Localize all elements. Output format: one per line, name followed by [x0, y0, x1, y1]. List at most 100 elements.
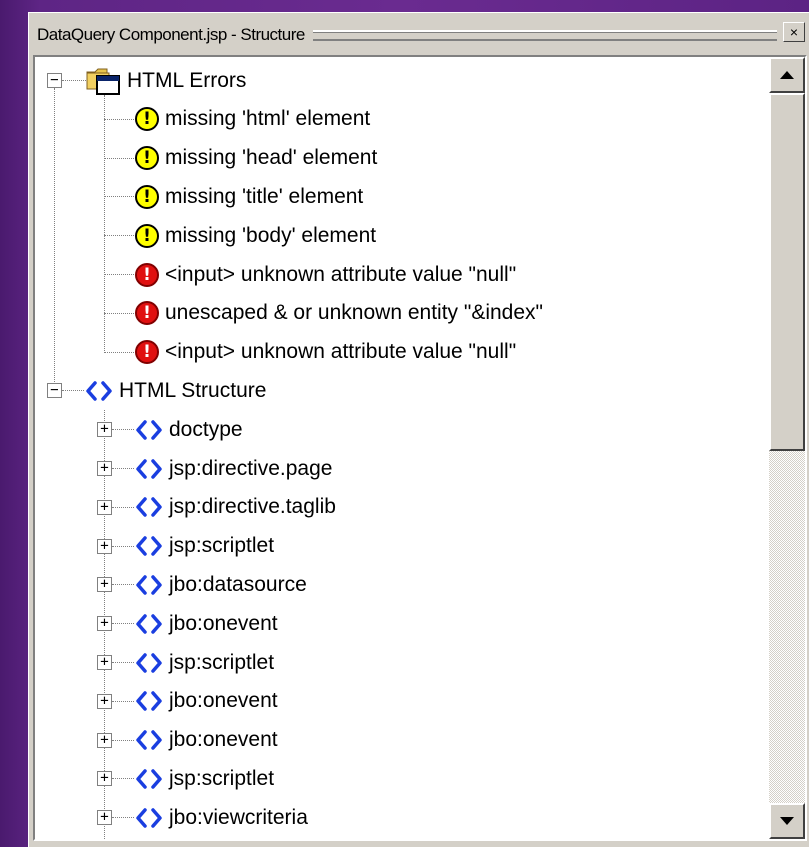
tree-item-element[interactable]: jsp:directive.taglib [135, 488, 336, 527]
tree-node-html-structure[interactable]: HTML Structure [85, 371, 266, 410]
tree-connector [112, 778, 134, 780]
expand-node-button[interactable]: + [97, 461, 112, 476]
tree-item-element[interactable]: jbo:onevent [135, 721, 278, 760]
tree-item-element[interactable]: jbo:viewcriteria [135, 798, 308, 837]
tree-node-label: missing 'head' element [165, 146, 378, 170]
tag-icon [136, 458, 162, 479]
expand-node-button[interactable]: + [97, 732, 112, 748]
tree-item-warning[interactable]: ! missing 'html' element [135, 100, 370, 139]
tree-node-label: <input> unknown attribute value "null" [165, 340, 517, 364]
tag-icon [136, 575, 162, 595]
warning-icon: ! [135, 107, 159, 132]
collapse-html-errors-button[interactable]: − [47, 73, 62, 88]
tree-item-element[interactable]: doctype [135, 410, 243, 449]
tag-icon [136, 730, 162, 750]
expand-node-button[interactable]: + [97, 771, 112, 787]
panel-titlebar[interactable]: DataQuery Component.jsp - Structure × [33, 17, 805, 53]
expand-node-button[interactable]: + [97, 810, 112, 826]
tree-connector [112, 545, 134, 547]
expand-node-button[interactable]: + [97, 538, 112, 554]
tree-connector [112, 584, 134, 586]
tree-item-error[interactable]: ! <input> unknown attribute value "null" [135, 255, 516, 294]
tree-item-element[interactable]: jbo:onevent [135, 604, 278, 643]
tree-node-label: <input> unknown attribute value "null" [165, 262, 517, 286]
tree-node-label: jbo:onevent [169, 611, 278, 635]
titlebar-grip[interactable] [312, 29, 777, 41]
arrow-down-icon [780, 817, 794, 825]
tree-node-label: jbo:viewcriteria [169, 805, 308, 829]
tag-icon [136, 769, 162, 789]
tag-icon [136, 419, 162, 440]
tree-connector [112, 817, 134, 819]
scroll-down-button[interactable] [769, 803, 805, 839]
tree-node-label: jbo:datasource [169, 572, 307, 596]
tree-connector [62, 80, 86, 81]
tree-connector [104, 351, 134, 353]
expand-node-button[interactable]: + [97, 655, 112, 670]
tree-item-element[interactable]: jsp:scriptlet [135, 527, 274, 566]
structure-tree: − HTML Errors! missing 'html' element! miss… [33, 55, 807, 841]
tree-connector [112, 429, 134, 431]
tree-node-label: jbo:onevent [169, 728, 278, 752]
tree-item-element[interactable]: jbo:onevent [135, 682, 278, 721]
tree-item-error[interactable]: ! <input> unknown attribute value "null" [135, 333, 516, 372]
tree-node-label: HTML Structure [119, 378, 267, 402]
expand-node-button[interactable]: + [97, 577, 112, 593]
tree-node-label: missing 'body' element [165, 223, 377, 247]
tree-connector [104, 95, 105, 353]
panel-title: DataQuery Component.jsp - Structure [37, 25, 305, 44]
tag-icon [136, 497, 162, 518]
tree-item-element[interactable]: jsp:directive.page [135, 449, 332, 488]
error-icon: ! [135, 262, 159, 287]
expand-node-button[interactable]: + [97, 616, 112, 632]
error-icon: ! [135, 301, 159, 326]
collapse-html-structure-button[interactable]: − [47, 383, 62, 399]
scroll-thumb[interactable] [769, 93, 805, 451]
tree-node-label: jbo:onevent [169, 689, 278, 713]
tree-item-error[interactable]: ! unescaped & or unknown entity "&index" [135, 294, 543, 333]
expand-node-button[interactable]: + [97, 422, 112, 438]
tree-item-element[interactable]: jsp:scriptlet [135, 643, 274, 682]
tree-item-warning[interactable]: ! missing 'title' element [135, 177, 363, 216]
tree-connector [112, 700, 134, 702]
tree-node-label: jsp:scriptlet [169, 650, 275, 674]
tree-node-label: jsp:scriptlet [169, 766, 275, 790]
warning-icon: ! [135, 184, 159, 209]
tree-item-element[interactable]: jsp:scriptlet [135, 759, 274, 798]
tree-node-label: jsp:directive.taglib [169, 495, 336, 519]
tree-connector [104, 196, 134, 198]
tree-node-label: HTML Errors [127, 68, 247, 92]
expand-node-button[interactable]: + [97, 693, 112, 709]
error-icon: ! [135, 340, 159, 365]
tree-connector [104, 118, 134, 120]
tag-icon [136, 613, 162, 634]
warning-icon: ! [135, 146, 159, 171]
warning-icon: ! [135, 223, 159, 248]
expand-node-button[interactable]: + [97, 499, 112, 515]
structure-panel: DataQuery Component.jsp - Structure × − H… [28, 12, 809, 847]
tag-icon [86, 381, 112, 401]
folder-window-icon [86, 68, 120, 95]
tag-icon [136, 807, 162, 828]
tree-connector [112, 468, 134, 469]
tree-connector [112, 506, 134, 508]
tree-connector [62, 390, 84, 392]
tree-node-html-errors[interactable]: HTML Errors [85, 61, 246, 100]
tag-icon [136, 536, 162, 556]
tree-node-label: jsp:directive.page [169, 456, 333, 480]
tree-connector [112, 739, 134, 741]
scroll-up-button[interactable] [769, 57, 805, 93]
arrow-up-icon [780, 71, 794, 79]
tag-icon [136, 652, 162, 673]
tree-item-element[interactable]: jbo:datasource [135, 565, 307, 604]
tree-connector [104, 157, 134, 159]
close-button[interactable]: × [783, 22, 805, 42]
tree-connector [112, 662, 134, 663]
tree-item-warning[interactable]: ! missing 'head' element [135, 139, 377, 178]
vertical-scrollbar[interactable] [769, 57, 805, 839]
tree-node-label: doctype [169, 417, 243, 441]
tree-node-label: jsp:scriptlet [169, 534, 275, 558]
tree-node-label: unescaped & or unknown entity "&index" [165, 301, 543, 325]
tree-item-warning[interactable]: ! missing 'body' element [135, 216, 376, 255]
tag-icon [136, 691, 162, 712]
